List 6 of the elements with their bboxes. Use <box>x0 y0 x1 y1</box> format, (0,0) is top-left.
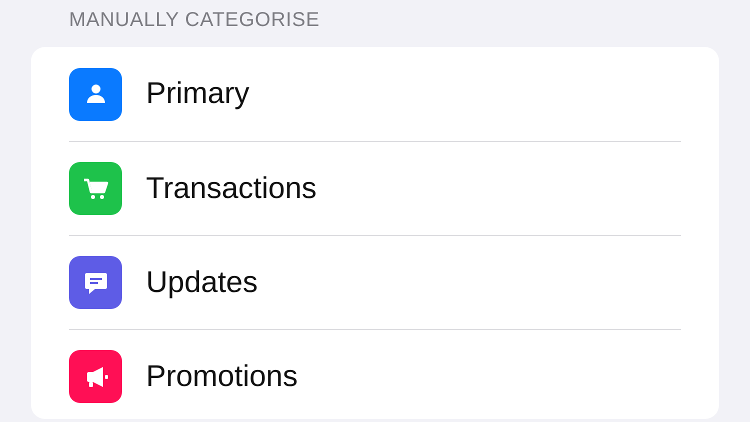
section-header: MANUALLY CATEGORISE <box>68 8 321 33</box>
category-label[interactable]: Promotions <box>146 360 298 394</box>
category-label[interactable]: Transactions <box>146 172 317 206</box>
cart-icon <box>82 176 108 200</box>
category-label[interactable]: Updates <box>146 266 258 300</box>
category-label[interactable]: Primary <box>146 77 250 111</box>
